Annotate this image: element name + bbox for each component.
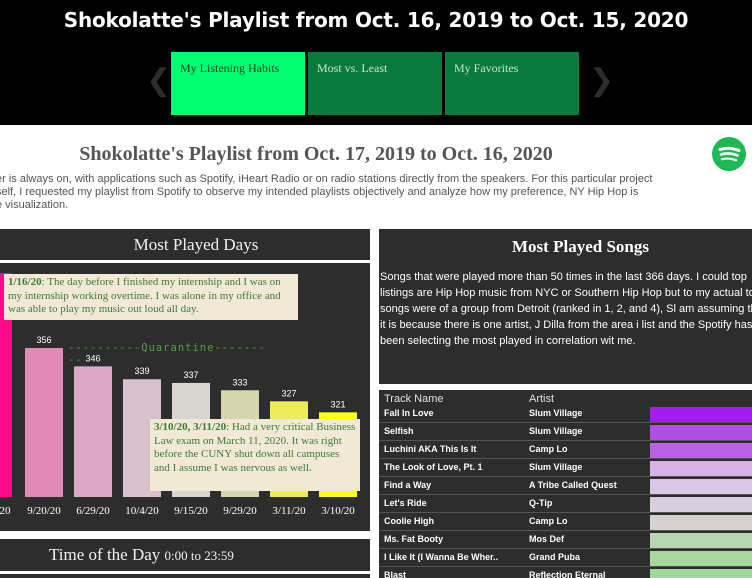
table-row[interactable]: The Look of Love, Pt. 1 Slum Village (379, 460, 752, 477)
table-row[interactable]: Luchini AKA This Is It Camp Lo (379, 442, 752, 459)
track-name-cell: Coolie High (384, 516, 434, 526)
play-count-bar (650, 425, 752, 440)
x-tick-label: 10/4/20 (125, 505, 159, 517)
most-played-songs-title: Most Played Songs (512, 237, 649, 256)
play-count-bar (650, 461, 752, 476)
play-count-bar (650, 443, 752, 458)
bar-value-label: 333 (232, 377, 247, 387)
quarantine-annotation: ----------Quarantine--------- (68, 342, 266, 366)
artist-cell: Slum Village (529, 426, 583, 436)
x-tick-label: 9/29/20 (223, 505, 257, 517)
table-row[interactable]: Blast Reflection Eternal (379, 568, 752, 578)
x-tick-label: 9/20/20 (27, 505, 61, 517)
artist-cell: Q-Tip (529, 498, 553, 508)
table-row[interactable]: Selfish Slum Village (379, 424, 752, 441)
track-name-cell: Find a Way (384, 480, 432, 490)
most-played-songs-panel: Most Played Songs Songs that were played… (379, 229, 752, 384)
note-3-10-20: 3/10/20, 3/11/20: Had a very critical Bu… (150, 419, 360, 491)
x-tick-label: 9/15/20 (174, 505, 208, 517)
table-row[interactable]: Fall In Love Slum Village (379, 406, 752, 423)
x-tick-label: 6/29/20 (76, 505, 110, 517)
bar-9-20-20[interactable] (25, 347, 63, 497)
note-1-16-20: 1/16/20: The day before I finished my in… (4, 274, 298, 320)
most-played-days-title: Most Played Days (133, 235, 259, 254)
play-count-bar (650, 479, 752, 494)
track-name-cell: Ms. Fat Booty (384, 534, 444, 544)
dashboard-header: Shokolatte's Playlist from Oct. 16, 2019… (0, 0, 752, 125)
spotify-logo-icon (712, 137, 746, 171)
track-name-cell: Selfish (384, 426, 414, 436)
artist-cell: Camp Lo (529, 444, 568, 454)
time-of-day-chart (0, 574, 370, 578)
table-row[interactable]: I Like It (I Wanna Be Wher.. Grand Puba (379, 550, 752, 567)
tab-my-favorites[interactable]: My Favorites (445, 52, 579, 115)
x-tick-label: 3/10/20 (321, 505, 355, 517)
play-count-bar (650, 515, 752, 530)
time-of-day-title-text: Time of the Day (49, 545, 161, 564)
bar-value-label: 337 (183, 370, 198, 380)
table-row[interactable]: Find a Way A Tribe Called Quest (379, 478, 752, 495)
intro-line: self, I requested my playlist from Spoti… (0, 186, 639, 198)
artist-cell: Slum Village (529, 462, 583, 472)
bar-value-label: 356 (36, 335, 51, 345)
play-count-bar (650, 551, 752, 566)
time-of-day-range: 0:00 to 23:59 (164, 548, 234, 563)
intro-line: e visualization. (0, 199, 69, 211)
play-count-bar (650, 407, 752, 422)
time-of-day-title: Time of the Day 0:00 to 23:59 (0, 539, 370, 572)
play-count-bar (650, 497, 752, 512)
bar-value-label: 327 (281, 388, 296, 398)
page-title: Shokolatte's Playlist from Oct. 17, 2019… (79, 143, 553, 165)
track-name-cell: Blast (384, 570, 407, 578)
column-header-artist[interactable]: Artist (529, 393, 554, 405)
column-header-track-name[interactable]: Track Name (384, 393, 444, 405)
dashboard-title: Shokolatte's Playlist from Oct. 16, 2019… (63, 8, 689, 32)
bar-value-label: 339 (134, 366, 149, 376)
most-played-days-header: Most Played Days (0, 229, 370, 260)
most-played-songs-table: Track Name Artist Fall In Love Slum Villa… (379, 390, 752, 578)
most-played-days-chart: 20 356 9/20/20 346 6/29/20 339 10/4/20 337 9/15/… (0, 263, 370, 531)
artist-cell: Mos Def (529, 534, 565, 544)
previous-arrow-icon[interactable]: ❮ (146, 66, 171, 96)
intro-text: er is always on, with applications such … (0, 173, 752, 212)
table-row[interactable]: Ms. Fat Booty Mos Def (379, 532, 752, 549)
artist-cell: A Tribe Called Quest (529, 480, 617, 490)
track-name-cell: I Like It (I Wanna Be Wher.. (384, 552, 499, 562)
play-count-bar (650, 533, 752, 548)
bar-value-label: 321 (330, 399, 345, 409)
artist-cell: Grand Puba (529, 552, 581, 562)
time-of-day-header: Time of the Day 0:00 to 23:59 (0, 539, 370, 571)
artist-cell: Slum Village (529, 408, 583, 418)
next-arrow-icon[interactable]: ❯ (589, 66, 614, 96)
tab-most-vs-least[interactable]: Most vs. Least (308, 52, 442, 115)
artist-cell: Reflection Eternal (529, 570, 606, 578)
note-text: : The day before I finished my internshi… (8, 276, 281, 315)
most-played-songs-description: Songs that were played more than 50 time… (380, 271, 752, 347)
x-tick-label: 20 (0, 505, 11, 517)
table-row[interactable]: Coolie High Camp Lo (379, 514, 752, 531)
track-name-cell: Fall In Love (384, 408, 434, 418)
note-date: 1/16/20 (8, 276, 42, 288)
bar-6-29-20[interactable] (74, 366, 112, 497)
track-name-cell: Luchini AKA This Is It (384, 444, 477, 454)
track-name-cell: Let's Ride (384, 498, 427, 508)
note-date: 3/10/20, 3/11/20 (154, 421, 227, 433)
x-tick-label: 3/11/20 (272, 505, 306, 517)
play-count-bar (650, 569, 752, 578)
artist-cell: Camp Lo (529, 516, 568, 526)
tab-my-listening-habits[interactable]: My Listening Habits (171, 52, 305, 115)
table-row[interactable]: Let's Ride Q-Tip (379, 496, 752, 513)
intro-line: er is always on, with applications such … (0, 173, 653, 185)
track-name-cell: The Look of Love, Pt. 1 (384, 462, 483, 472)
